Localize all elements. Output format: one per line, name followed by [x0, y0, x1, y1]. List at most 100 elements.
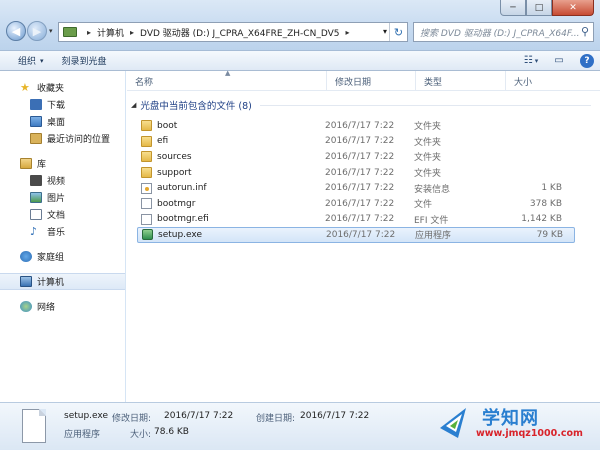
- downloads-icon: [30, 99, 42, 110]
- close-button[interactable]: ✕: [552, 0, 594, 16]
- collapse-icon[interactable]: ◢: [131, 101, 136, 109]
- file-size: 1 KB: [541, 183, 562, 194]
- file-size: 1,142 KB: [521, 214, 562, 225]
- file-list-pane: 名称 ▲ 修改日期 类型 大小 ◢ 光盘中当前包含的文件 (8) boot 201…: [127, 69, 600, 402]
- file-name-cell: autorun.inf: [137, 182, 325, 194]
- chevron-down-icon: ▾: [40, 56, 44, 65]
- file-icon: [141, 198, 152, 210]
- file-size: 378 KB: [529, 198, 562, 209]
- breadcrumb-separator-icon: ▸: [87, 27, 92, 37]
- column-header-name[interactable]: 名称 ▲: [127, 69, 327, 91]
- details-created-label: 创建日期:: [256, 414, 296, 424]
- file-row[interactable]: boot 2016/7/17 7:22 文件夹: [137, 118, 575, 134]
- column-headers: 名称 ▲ 修改日期 类型 大小: [127, 69, 600, 91]
- help-icon: ?: [580, 53, 594, 68]
- column-header-label: 类型: [424, 77, 443, 88]
- sidebar-item-libraries[interactable]: 库: [0, 155, 125, 172]
- file-date: 2016/7/17 7:22: [326, 229, 396, 240]
- file-name: bootmgr.efi: [157, 214, 209, 225]
- column-header-type[interactable]: 类型: [416, 71, 506, 91]
- breadcrumb-computer[interactable]: 计算机: [97, 26, 124, 39]
- file-type: 应用程序: [415, 231, 452, 242]
- library-icon: [20, 158, 32, 169]
- sidebar-item-music[interactable]: ♪ 音乐: [0, 223, 125, 240]
- search-input[interactable]: 搜索 DVD 驱动器 (D:) J_CPRA_X64F... ⚲: [413, 22, 594, 42]
- details-modified-value: 2016/7/17 7:22: [164, 411, 234, 421]
- maximize-button[interactable]: □: [526, 0, 552, 16]
- sidebar-item-homegroup[interactable]: 家庭组: [0, 248, 125, 265]
- search-icon[interactable]: ⚲: [581, 25, 589, 38]
- window-controls: ─ □ ✕: [500, 0, 594, 16]
- file-list: boot 2016/7/17 7:22 文件夹 efi 2016/7/17 7:22 文件…: [137, 118, 575, 243]
- file-name: setup.exe: [158, 229, 202, 240]
- documents-icon: [30, 209, 42, 220]
- refresh-button[interactable]: ↻: [389, 23, 407, 41]
- recent-pages-dropdown[interactable]: ▾: [49, 27, 53, 35]
- file-row[interactable]: setup.exe 2016/7/17 7:22 应用程序 79 KB: [137, 227, 575, 243]
- breadcrumb: ▸ 计算机 ▸ DVD 驱动器 (D:) J_CPRA_X64FRE_ZH-CN…: [81, 26, 356, 39]
- help-button[interactable]: ?: [578, 53, 596, 68]
- burn-to-disc-button[interactable]: 刻录到光盘: [62, 54, 107, 67]
- sidebar-item-computer[interactable]: 计算机: [0, 273, 125, 290]
- column-header-label: 大小: [514, 77, 533, 88]
- forward-button[interactable]: ▶: [27, 21, 47, 41]
- recent-places-icon: [30, 133, 42, 144]
- sidebar-item-documents[interactable]: 文档: [0, 206, 125, 223]
- details-modified-label: 修改日期:: [112, 414, 152, 424]
- minimize-icon: ─: [510, 2, 516, 13]
- organize-button[interactable]: 组织 ▾: [18, 54, 44, 68]
- minimize-button[interactable]: ─: [500, 0, 526, 16]
- file-row[interactable]: bootmgr 2016/7/17 7:22 文件 378 KB: [137, 196, 575, 212]
- computer-icon: [20, 276, 32, 287]
- address-dropdown-icon[interactable]: ▾: [383, 27, 387, 36]
- sidebar-item-label: 图片: [47, 194, 66, 204]
- details-size-value: 78.6 KB: [154, 427, 189, 437]
- address-bar[interactable]: ▸ 计算机 ▸ DVD 驱动器 (D:) J_CPRA_X64FRE_ZH-CN…: [58, 22, 408, 42]
- group-label: 光盘中当前包含的文件 (8): [140, 101, 252, 112]
- file-date: 2016/7/17 7:22: [325, 214, 395, 225]
- breadcrumb-dvd-drive[interactable]: DVD 驱动器 (D:) J_CPRA_X64FRE_ZH-CN_DV5: [140, 26, 339, 39]
- sidebar-item-pictures[interactable]: 图片: [0, 189, 125, 206]
- file-type: 文件夹: [414, 169, 442, 180]
- file-name: boot: [157, 120, 178, 131]
- change-view-button[interactable]: ☷ ▾: [522, 53, 540, 68]
- sidebar-item-desktop[interactable]: 桌面: [0, 113, 125, 130]
- sidebar-item-network[interactable]: 网络: [0, 298, 125, 315]
- command-bar: 组织 ▾ 刻录到光盘 ☷ ▾ ▭ ?: [0, 50, 600, 71]
- main-area: ★ 收藏夹 下载 桌面 最近访问的位置 库 视频 图片 文档 ♪ 音乐 家庭组 …: [0, 69, 600, 402]
- sidebar-item-downloads[interactable]: 下载: [0, 96, 125, 113]
- pictures-icon: [30, 192, 42, 203]
- toolbar-right: ☷ ▾ ▭ ?: [512, 53, 596, 68]
- file-row[interactable]: sources 2016/7/17 7:22 文件夹: [137, 149, 575, 165]
- column-header-size[interactable]: 大小: [506, 71, 600, 91]
- computer-icon: [63, 27, 77, 37]
- navigation-buttons: ◀ ▶ ▾: [6, 21, 53, 41]
- sidebar-item-favorites[interactable]: ★ 收藏夹: [0, 79, 125, 96]
- homegroup-icon: [20, 251, 32, 262]
- file-row[interactable]: bootmgr.efi 2016/7/17 7:22 EFI 文件 1,142 KB: [137, 212, 575, 228]
- file-row[interactable]: autorun.inf 2016/7/17 7:22 安装信息 1 KB: [137, 180, 575, 196]
- sidebar-item-videos[interactable]: 视频: [0, 172, 125, 189]
- file-name-cell: sources: [137, 151, 325, 163]
- breadcrumb-separator-icon: ▸: [130, 27, 135, 37]
- sidebar-item-recent-places[interactable]: 最近访问的位置: [0, 130, 125, 147]
- file-icon: [141, 213, 152, 225]
- file-name-cell: efi: [137, 135, 325, 147]
- setup-info-icon: [141, 182, 152, 194]
- sidebar-item-label: 网络: [37, 303, 56, 313]
- file-name-cell: boot: [137, 120, 325, 132]
- column-header-date[interactable]: 修改日期: [327, 71, 416, 91]
- preview-pane-button[interactable]: ▭: [550, 53, 568, 68]
- close-icon: ✕: [569, 2, 577, 13]
- file-name: bootmgr: [157, 198, 196, 209]
- watermark: 学知网 www.jmqz1000.com: [436, 400, 586, 448]
- file-row[interactable]: support 2016/7/17 7:22 文件夹: [137, 165, 575, 181]
- group-header[interactable]: ◢ 光盘中当前包含的文件 (8): [131, 98, 591, 112]
- music-icon: ♪: [30, 225, 38, 238]
- back-button[interactable]: ◀: [6, 21, 26, 41]
- column-header-label: 名称: [135, 77, 154, 88]
- file-row[interactable]: efi 2016/7/17 7:22 文件夹: [137, 134, 575, 150]
- file-date: 2016/7/17 7:22: [325, 198, 395, 209]
